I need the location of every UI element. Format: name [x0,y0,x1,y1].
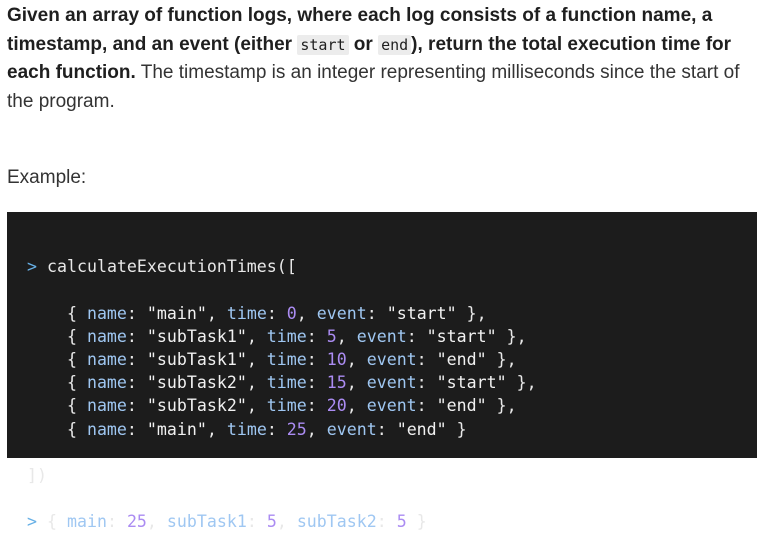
entry-name-value: "subTask2" [146,396,247,416]
colon: : [376,512,397,532]
code-line-entry: { name: "subTask2", time: 15, event: "st… [27,373,537,393]
code-line-result: > { main: 25, subTask1: 5, subTask2: 5 } [27,510,757,533]
colon: : [126,396,147,416]
result-value: 5 [396,512,407,532]
colon: : [306,326,327,346]
code-line-entry: { name: "subTask2", time: 20, event: "en… [27,396,517,416]
entry-key-name: name [86,373,127,393]
code-line-call: > calculateExecutionTimes([ [27,255,757,278]
entry-event-value: "end" [396,419,447,439]
entry-time-value: 15 [326,373,347,393]
result-key: subTask2 [296,512,377,532]
entry-time-value: 10 [326,349,347,369]
colon: : [266,419,287,439]
entry-key-time: time [226,303,267,323]
code-line-entry: { name: "main", time: 0, event: "start" … [27,303,487,323]
colon: : [416,373,437,393]
entry-key-event: event [366,373,417,393]
entry-time-value: 25 [286,419,307,439]
colon: : [306,373,327,393]
entry-key-name: name [86,303,127,323]
entry-event-value: "start" [436,373,507,393]
entry-key-name: name [86,419,127,439]
result-value: 25 [126,512,147,532]
result-object: { main: 25, subTask1: 5, subTask2: 5 } [47,512,427,532]
colon: : [106,512,127,532]
colon: : [306,349,327,369]
result-key: subTask1 [166,512,247,532]
entry-key-name: name [86,349,127,369]
colon: : [416,349,437,369]
inline-code-end: end [378,34,412,55]
entry-name-value: "subTask2" [146,373,247,393]
colon: : [246,512,267,532]
colon: : [126,326,147,346]
colon: : [266,303,287,323]
code-line-entry: { name: "subTask1", time: 10, event: "en… [27,349,517,369]
code-line-entry: { name: "subTask1", time: 5, event: "sta… [27,326,527,346]
entry-key-time: time [266,326,307,346]
colon: : [126,303,147,323]
entry-key-event: event [326,419,377,439]
entry-close: }, [496,326,527,346]
entry-key-event: event [366,349,417,369]
entry-event-value: "start" [386,303,457,323]
entry-time-value: 0 [286,303,297,323]
colon: : [126,419,147,439]
entry-close: } [446,419,467,439]
entry-key-time: time [266,349,307,369]
entry-name-value: "main" [146,419,207,439]
entry-name-value: "subTask1" [146,349,247,369]
colon: : [126,349,147,369]
entry-time-value: 20 [326,396,347,416]
entry-event-value: "start" [426,326,497,346]
result-value: 5 [266,512,277,532]
colon: : [126,373,147,393]
example-label: Example: [7,167,87,188]
result-prompt: > [27,512,37,532]
colon: : [366,303,387,323]
entry-key-time: time [266,396,307,416]
entry-event-value: "end" [436,396,487,416]
code-line-entry: { name: "main", time: 25, event: "end" } [27,419,467,439]
entry-name-value: "main" [146,303,207,323]
entry-key-event: event [316,303,367,323]
console-prompt: > [27,257,37,277]
colon: : [376,419,397,439]
entry-close: }, [486,396,517,416]
inline-code-start: start [297,34,349,55]
problem-statement: Given an array of function logs, where e… [7,2,759,116]
entry-close: }, [506,373,537,393]
colon: : [406,326,427,346]
entry-key-name: name [86,396,127,416]
entry-time-value: 5 [326,326,337,346]
entry-key-event: event [356,326,407,346]
entry-event-value: "end" [436,349,487,369]
code-block: > calculateExecutionTimes([ { name: "mai… [7,212,757,531]
result-key: main [66,512,107,532]
entry-close: }, [486,349,517,369]
colon: : [306,396,327,416]
code-line-close: ]) [27,464,757,487]
entry-name-value: "subTask1" [146,326,247,346]
entry-key-name: name [86,326,127,346]
entry-key-event: event [366,396,417,416]
entry-key-time: time [226,419,267,439]
colon: : [416,396,437,416]
code-entries: { name: "main", time: 0, event: "start" … [27,302,757,441]
entry-close: }, [456,303,487,323]
problem-bold-part-2: or [348,33,379,55]
entry-key-time: time [266,373,307,393]
function-call: calculateExecutionTimes([ [47,257,297,277]
